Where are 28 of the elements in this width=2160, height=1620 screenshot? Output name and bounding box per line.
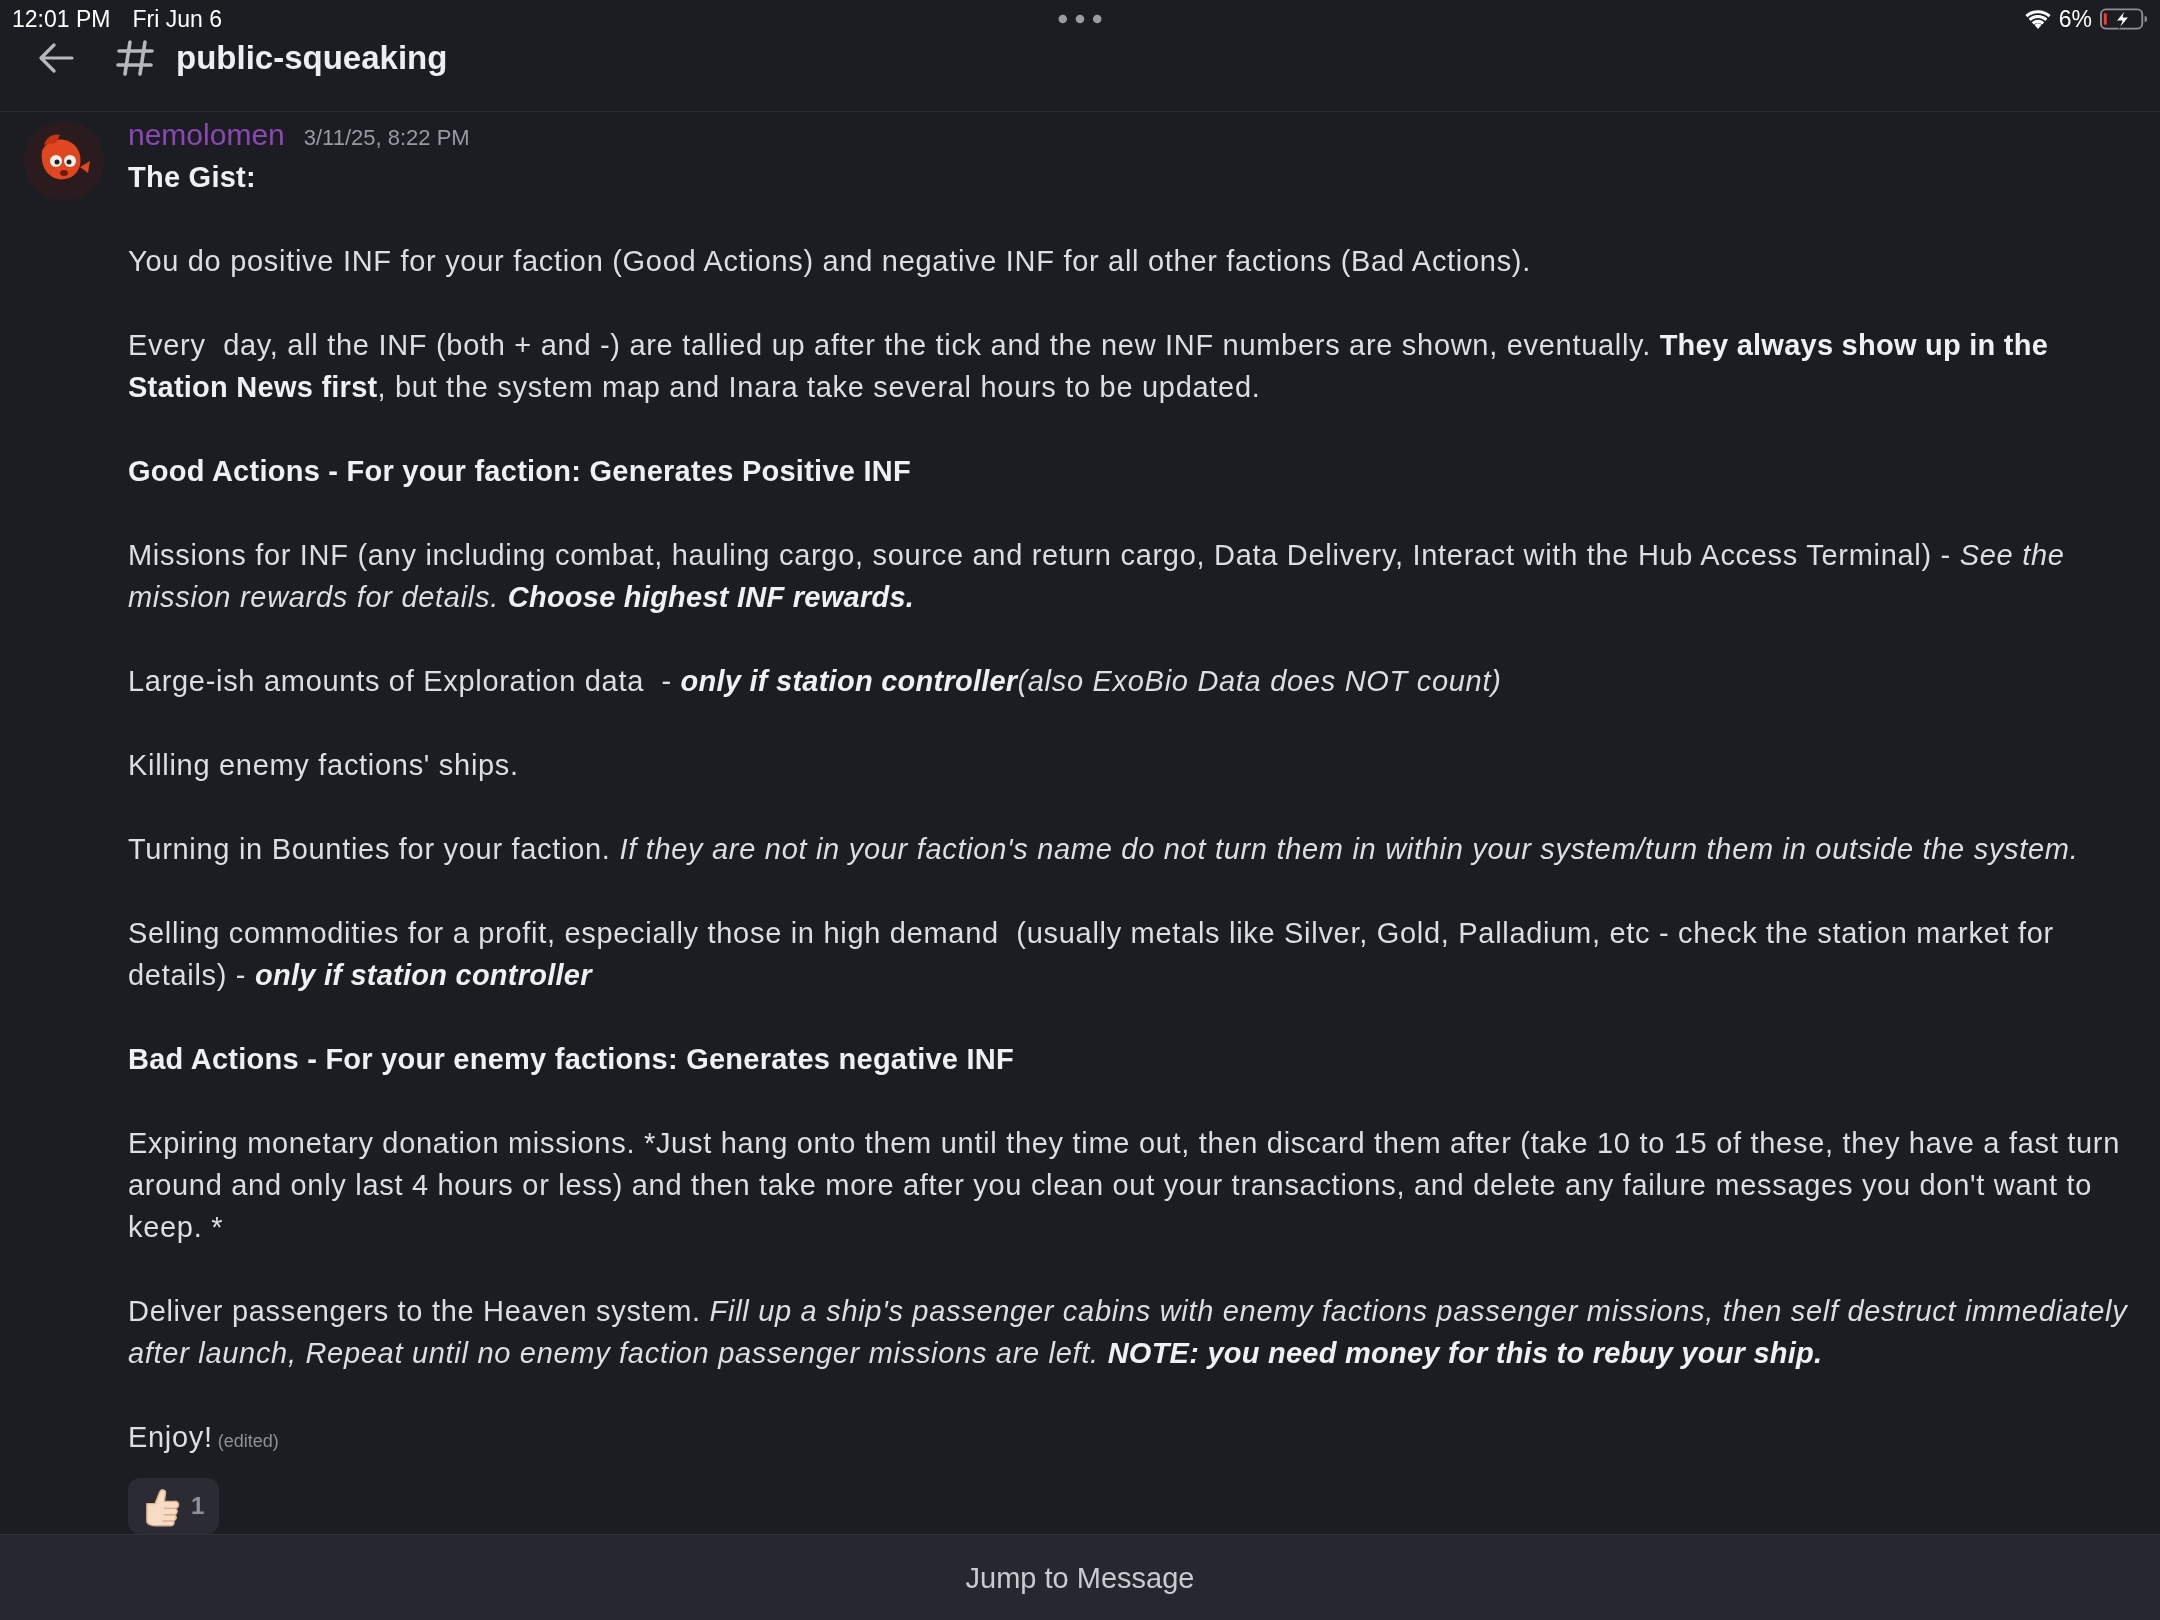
wifi-icon [2024,9,2051,29]
more-icon[interactable] [1058,14,1102,24]
section-heading: The Gist: [128,161,256,193]
back-icon[interactable] [38,43,74,73]
message-paragraph: Missions for INF (any including combat, hauling cargo, source and return cargo, Data Delivery, Interact with the Hub Access Terminal) - See the mission rewards for details. Choose highest INF rewards. [128,539,2066,613]
status-time: 12:01 PM [12,5,111,33]
channel-title: public-squeaking [176,38,448,78]
battery-charging-icon [2100,8,2148,30]
reaction-button[interactable]: 1 [128,1478,220,1534]
message-paragraph: Turning in Bounties for your faction. If they are not in your faction's name do not turn them in within your system/turn them in outside the system. [128,833,2079,865]
message-paragraph: Expiring monetary donation missions. *Just hang onto them until they time out, then discard them after (take 10 to 15 of these, they have a fast turn around and only last 4 hours or less) and then take more after you clean out your transactions, and delete any failure messages you don't want to keep. * [128,1127,2121,1243]
status-date: Fri Jun 6 [132,5,222,33]
section-heading: Bad Actions - For your enemy factions: Generates negative INF [128,1043,1014,1075]
edited-label: (edited) [217,1431,279,1451]
battery-percent: 6% [2058,5,2092,33]
message-paragraph: Deliver passengers to the Heaven system. Fill up a ship's passenger cabins with enemy factions passenger missions, then self destruct immediately after launch, Repeat until no enemy faction passenger missions are left. NOTE: you need money for this to rebuy your ship. [128,1295,2129,1369]
message-paragraph: You do positive INF for your faction (Good Actions) and negative INF for all other factions (Bad Actions). [128,245,1531,277]
message-paragraph: Enjoy! [128,1421,213,1453]
fish-avatar-icon[interactable] [24,121,104,201]
message-paragraph: Every day, all the INF (both + and -) are tallied up after the tick and the new INF numbers are shown, eventually. They always show up in the Station News first, but the system map and Inara take several hours to be updated. [128,329,2050,403]
hashtag-icon [116,39,154,77]
jump-to-message-button[interactable]: Jump to Message [0,1534,2160,1620]
author-name[interactable]: nemolomen [128,114,285,156]
message-paragraph: Large-ish amounts of Exploration data - only if station controller(also ExoBio Data does NOT count) [128,665,1502,697]
message-timestamp: 3/11/25, 8:22 PM [303,124,470,152]
section-heading: Good Actions - For your faction: Generates Positive INF [128,455,911,487]
message-paragraph: Selling commodities for a profit, especially those in high demand (usually metals like Silver, Gold, Palladium, etc - check the station market for details) - only if station controller [128,917,2055,991]
message-paragraph: Killing enemy factions' ships. [128,749,519,781]
